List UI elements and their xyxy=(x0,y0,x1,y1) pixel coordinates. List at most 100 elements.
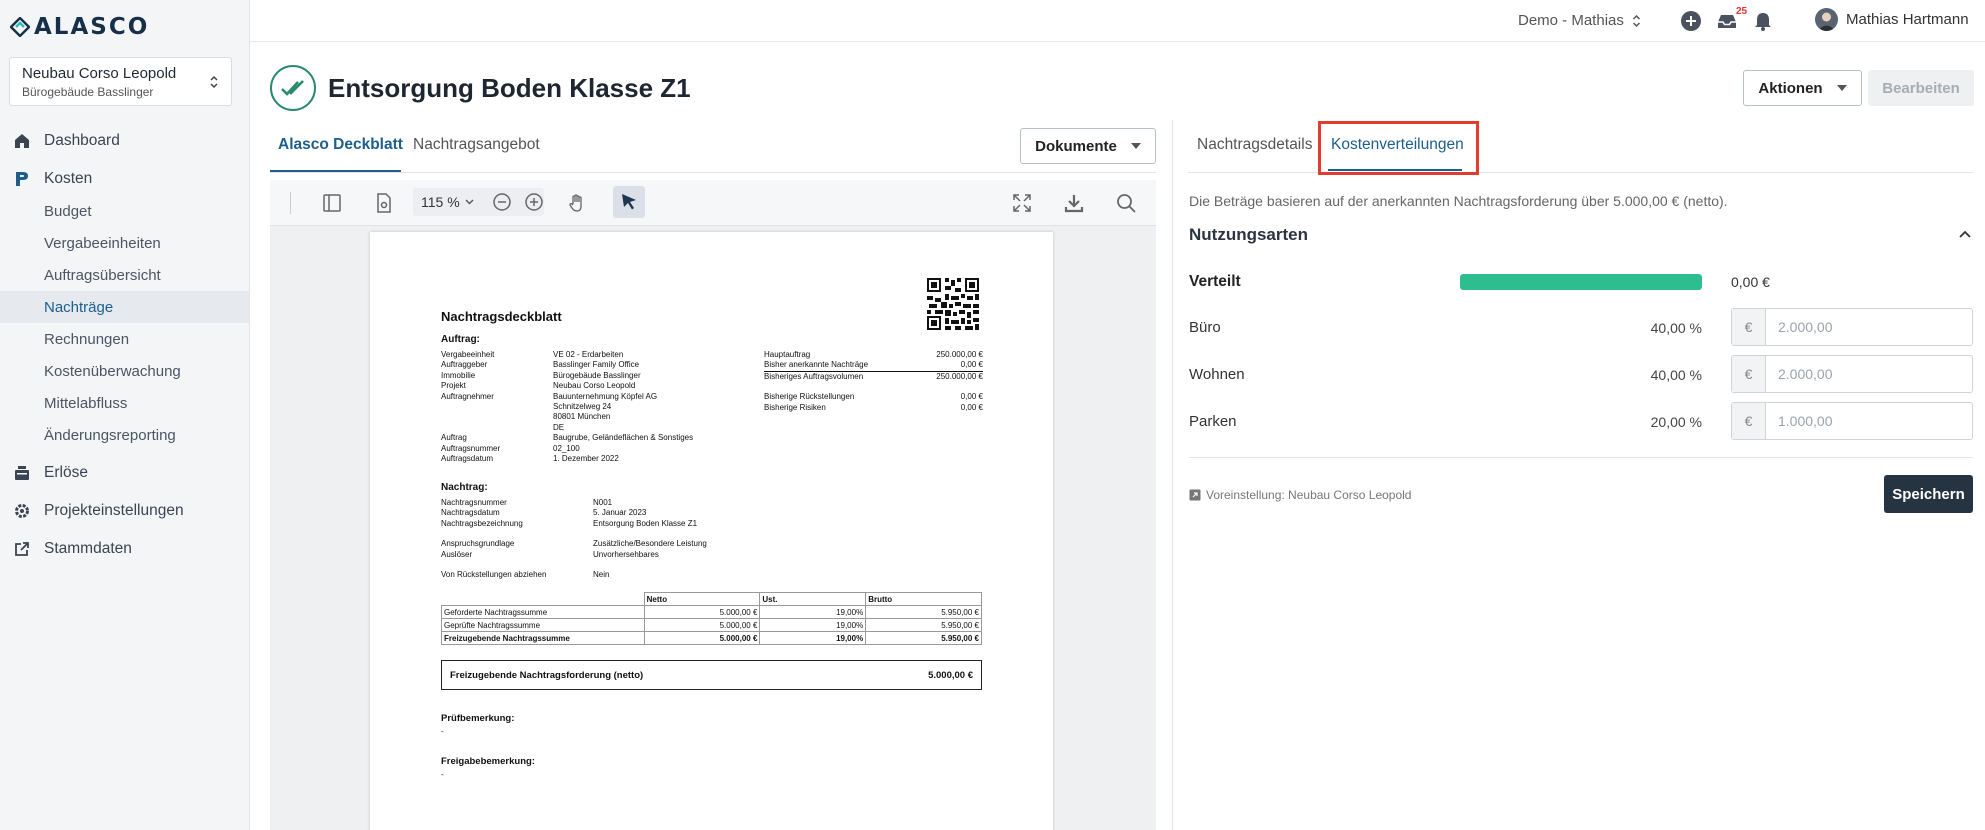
sidebar-item-label: Auftragsübersicht xyxy=(44,266,161,284)
kv-row: Bisherige Rückstellungen 0,00 € xyxy=(764,392,983,402)
sidebar-item-kostenueberwachung[interactable]: Kostenüberwachung xyxy=(0,355,249,387)
panel-divider xyxy=(1172,120,1173,830)
edit-button[interactable]: Bearbeiten xyxy=(1868,70,1974,106)
sidebar-item-erloese[interactable]: Erlöse xyxy=(0,457,249,489)
gear-icon xyxy=(15,504,29,518)
user-menu[interactable]: Mathias Hartmann xyxy=(1815,8,1969,31)
add-circle-icon[interactable] xyxy=(1680,10,1702,32)
select-tool-button[interactable] xyxy=(613,186,645,218)
project-building: Bürogebäude Basslinger xyxy=(22,85,154,99)
amount-table: Netto Ust. Brutto Geforderte Nachtragssu… xyxy=(441,592,982,645)
sidebar-item-kosten[interactable]: Kosten xyxy=(0,163,249,195)
caret-down-icon xyxy=(1130,143,1141,149)
alasco-logo[interactable]: ALASCO xyxy=(10,12,149,42)
kv-row: Auslöser Unvorhersehbares xyxy=(441,549,659,559)
amount-input-parken[interactable] xyxy=(1766,403,1972,439)
usage-percent-wohnen: 40,00 % xyxy=(1650,367,1702,383)
amount-field-wohnen: € xyxy=(1731,355,1973,393)
page-settings-icon[interactable] xyxy=(373,192,395,214)
detail-tabs: Nachtragsdetails Kostenverteilungen xyxy=(1188,122,1973,173)
amount-field-parken: € xyxy=(1731,402,1973,440)
caret-down-icon xyxy=(1836,85,1847,91)
zoom-in-icon[interactable] xyxy=(524,192,544,212)
currency-prefix: € xyxy=(1732,356,1766,392)
sidebar-item-vergabeeinheiten[interactable]: Vergabeeinheiten xyxy=(0,227,249,259)
kv-row: Nachtragsbezeichnung Entsorgung Boden Kla… xyxy=(441,518,698,528)
sidebar-item-label: Projekteinstellungen xyxy=(44,502,184,519)
sidebar-item-aenderungsreporting[interactable]: Änderungsreporting xyxy=(0,419,249,451)
pruef-heading: Prüfbemerkung: xyxy=(441,713,515,724)
inbox-icon[interactable] xyxy=(1716,10,1738,32)
preset-label: Voreinstellung: Neubau Corso Leopold xyxy=(1206,488,1412,502)
page-title: Entsorgung Boden Klasse Z1 xyxy=(328,73,691,103)
table-header-row: Netto Ust. Brutto xyxy=(441,592,982,606)
external-link-icon xyxy=(15,542,29,556)
amount-input-buero[interactable] xyxy=(1766,309,1972,345)
tab-alasco-deckblatt[interactable]: Alasco Deckblatt xyxy=(278,136,403,154)
distribution-progress-bar xyxy=(1460,274,1702,290)
user-name: Mathias Hartmann xyxy=(1846,11,1969,28)
save-button[interactable]: Speichern xyxy=(1884,475,1973,513)
kv-row: Immobilie Bürogebäude Basslinger xyxy=(441,370,641,380)
chevron-down-icon xyxy=(465,199,474,205)
sidebar-item-label: Mittelabfluss xyxy=(44,394,128,412)
actions-dropdown-button[interactable]: Aktionen xyxy=(1743,70,1862,106)
zoom-selector[interactable]: 115 % xyxy=(413,188,544,216)
documents-label: Dokumente xyxy=(1035,137,1117,155)
table-row: Geforderte Nachtragssumme 5.000,00 €19,00… xyxy=(441,605,982,619)
sidebar-item-projekteinstellungen[interactable]: Projekteinstellungen xyxy=(0,495,249,527)
documents-dropdown-button[interactable]: Dokumente xyxy=(1020,128,1156,164)
preset-link[interactable]: Voreinstellung: Neubau Corso Leopold xyxy=(1189,488,1411,502)
pdf-viewer[interactable]: Nachtragsdeckblatt Auftrag: Vergabeeinhe… xyxy=(270,226,1156,830)
brand-name: ALASCO xyxy=(34,14,150,40)
alasco-logo-icon xyxy=(10,17,30,37)
fullscreen-icon[interactable] xyxy=(1011,192,1033,214)
section-divider xyxy=(1189,457,1973,458)
sidebar-item-label: Dashboard xyxy=(44,132,120,149)
kv-row: Projekt Neubau Corso Leopold xyxy=(441,381,636,391)
approved-status-icon xyxy=(270,65,316,111)
chevron-up-icon[interactable] xyxy=(1958,227,1972,241)
inbox-count-badge: 25 xyxy=(1736,6,1748,17)
tab-nachtragsdetails[interactable]: Nachtragsdetails xyxy=(1197,136,1312,154)
auftrag-heading: Auftrag: xyxy=(441,334,480,345)
sidebar-item-label: Kostenüberwachung xyxy=(44,362,181,380)
sidebar-item-budget[interactable]: Budget xyxy=(0,195,249,227)
kv-row: DE xyxy=(553,422,565,432)
tab-nachtragsangebot[interactable]: Nachtragsangebot xyxy=(413,136,540,154)
pan-hand-icon[interactable] xyxy=(566,192,588,214)
actions-label: Aktionen xyxy=(1758,79,1823,97)
sidebar-item-mittelabfluss[interactable]: Mittelabfluss xyxy=(0,387,249,419)
currency-prefix: € xyxy=(1732,309,1766,345)
cash-register-icon xyxy=(15,466,29,480)
workspace-selector[interactable]: Demo - Mathias xyxy=(1518,12,1641,29)
costs-icon xyxy=(16,172,28,186)
project-selector[interactable]: Neubau Corso Leopold Bürogebäude Basslin… xyxy=(9,57,232,106)
avatar xyxy=(1815,8,1838,31)
kv-row: Bisher anerkannte Nachträge 0,00 € xyxy=(764,360,983,372)
sidebar-item-auftragsuebersicht[interactable]: Auftragsübersicht xyxy=(0,259,249,291)
updown-chevron-icon xyxy=(1632,14,1640,27)
kv-row: Bisheriges Auftragsvolumen 250.000,00 € xyxy=(764,371,983,381)
amount-input-wohnen[interactable] xyxy=(1766,356,1972,392)
search-icon[interactable] xyxy=(1115,192,1137,214)
sidebar-item-nachtraege[interactable]: Nachträge xyxy=(0,291,249,323)
table-row: Freizugebende Nachtragssumme 5.000,00 €19… xyxy=(441,631,982,645)
usage-label-buero: Büro xyxy=(1189,319,1221,336)
usage-label-wohnen: Wohnen xyxy=(1189,366,1245,383)
sidebar-toggle-icon[interactable] xyxy=(321,192,343,214)
section-title: Nutzungsarten xyxy=(1189,225,1308,244)
freig-value: - xyxy=(441,770,444,779)
kv-row: Auftragsnummer 02_100 xyxy=(441,443,580,453)
updown-chevron-icon xyxy=(210,75,218,89)
zoom-out-icon[interactable] xyxy=(492,192,512,212)
bell-icon[interactable] xyxy=(1752,10,1774,32)
usage-percent-buero: 40,00 % xyxy=(1650,320,1702,336)
kv-row: Nachtragsnummer N001 xyxy=(441,498,613,507)
sidebar-item-rechnungen[interactable]: Rechnungen xyxy=(0,323,249,355)
sidebar-item-dashboard[interactable]: Dashboard xyxy=(0,125,249,157)
kv-row: Nachtragsdatum 5. Januar 2023 xyxy=(441,508,647,518)
freigabe-value: 5.000,00 € xyxy=(928,669,973,681)
sidebar-item-stammdaten[interactable]: Stammdaten xyxy=(0,533,249,565)
download-icon[interactable] xyxy=(1063,192,1085,214)
